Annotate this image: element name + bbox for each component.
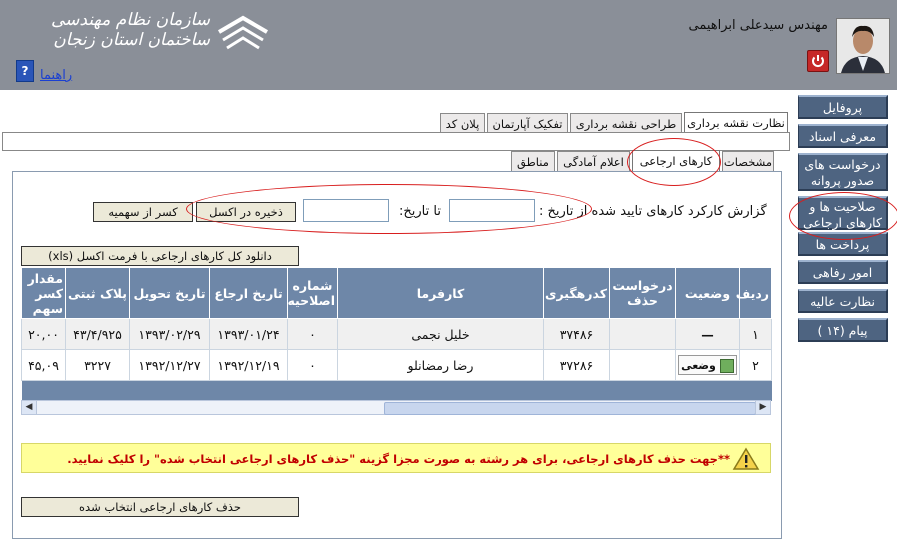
cell-referral-date: ۱۳۹۳/۰۱/۲۴ (209, 318, 288, 350)
org-logo-icon (217, 15, 269, 50)
col-header-tracking-code: کدرهگیری (543, 267, 610, 319)
help-link[interactable]: راهنما (40, 68, 72, 83)
cell-tracking-code: ۳۷۴۸۶ (543, 318, 610, 350)
cell-amendment-number: ۰ (287, 349, 338, 381)
warning-icon (732, 447, 760, 470)
col-header-employer: کارفرما (337, 267, 544, 319)
download-all-excel-button[interactable]: دانلود کل کارهای ارجاعی با فرمت اکسل (xl… (21, 246, 299, 266)
cell-employer: خلیل نجمی (337, 318, 544, 350)
subtab-details[interactable]: مشخصات (722, 151, 774, 171)
user-avatar (836, 18, 890, 74)
nav-welfare[interactable]: امور رفاهی (798, 260, 888, 284)
status-doc-icon[interactable] (719, 358, 734, 373)
annotation-circle-nav (789, 192, 897, 240)
tab-plan-code[interactable]: پلان کد (440, 113, 485, 133)
nav-documents[interactable]: معرفی اسناد (798, 124, 888, 148)
nav-messages[interactable]: پیام (۱۴ ) (798, 318, 888, 342)
annotation-circle-subtab (627, 138, 721, 186)
cell-referral-date: ۱۳۹۲/۱۲/۱۹ (209, 349, 288, 381)
cell-delivery-date: ۱۳۹۳/۰۲/۲۹ (129, 318, 210, 350)
scroll-thumb[interactable] (384, 402, 756, 415)
col-header-status: وضعیت (675, 267, 740, 319)
cell-share-deduction: ۴۵,۰۹ (21, 349, 66, 381)
share-deduction-button[interactable]: کسر از سهمیه (93, 202, 193, 222)
col-header-share-deduction: مقدار کسر سهم (21, 267, 66, 319)
delete-selected-button[interactable]: حذف کارهای ارجاعی انتخاب شده (21, 497, 299, 517)
col-header-registration-plate: پلاک ثبتی (65, 267, 130, 319)
nav-profile[interactable]: پروفایل (798, 95, 888, 119)
cell-share-deduction: ۲۰,۰۰ (21, 318, 66, 350)
cell-employer: رضا رمضانلو (337, 349, 544, 381)
scroll-right-arrow-icon[interactable]: ▶ (755, 401, 770, 414)
warning-banner: **جهت حذف کارهای ارجاعی، برای هر رشته به… (21, 443, 771, 473)
subtab-regions[interactable]: مناطق (511, 151, 555, 171)
cell-delete-request (609, 318, 676, 350)
subtab-readiness[interactable]: اعلام آمادگی (557, 151, 630, 171)
cell-status: — (675, 318, 740, 350)
nav-supervision[interactable]: نظارت عالیه (798, 289, 888, 313)
cell-delivery-date: ۱۳۹۲/۱۲/۲۷ (129, 349, 210, 381)
help-icon[interactable]: ? (16, 60, 34, 82)
status-link[interactable]: وضعی (681, 359, 716, 372)
cell-amendment-number: ۰ (287, 318, 338, 350)
col-header-row-number: ردیف (736, 267, 772, 319)
org-title: سازمان نظام مهندسی ساختمان استان زنجان (50, 10, 210, 50)
col-header-referral-date: تاریخ ارجاع (209, 267, 288, 319)
cell-registration-plate: ۳۲۲۷ (65, 349, 130, 381)
user-name: مهندس سیدعلی ابراهیمی (688, 18, 828, 33)
col-header-amendment-number: شماره اصلاحیه (287, 267, 338, 319)
cell-row-number: ۲ (739, 349, 772, 381)
cell-tracking-code: ۳۷۲۸۶ (543, 349, 610, 381)
col-header-delivery-date: تاریخ تحویل (129, 267, 210, 319)
logout-power-icon[interactable] (807, 50, 829, 72)
horizontal-scrollbar[interactable]: ◀ ▶ (21, 400, 771, 415)
nav-license-requests[interactable]: درخواست های صدور پروانه (798, 153, 888, 191)
table-row[interactable]: ۲ وضعی ۳۷۲۸۶ رضا رمضانلو ۰ ۱۳۹۲/۱۲/۱۹ ۱۳… (21, 349, 772, 381)
col-header-delete-request: درخواست حذف (609, 267, 676, 319)
table-footer (21, 380, 772, 401)
referred-works-table: ردیف وضعیت درخواست حذف کدرهگیری کارفرما … (21, 267, 772, 401)
cell-status: وضعی (675, 349, 740, 381)
tab-surveying-supervision[interactable]: نظارت نقشه برداری (684, 112, 788, 133)
warning-text: **جهت حذف کارهای ارجاعی، برای هر رشته به… (67, 452, 730, 466)
cell-registration-plate: ۴۳/۴/۹۲۵ (65, 318, 130, 350)
cell-delete-request (609, 349, 676, 381)
tab-surveying-design[interactable]: طراحی نقشه برداری (570, 113, 682, 133)
table-row[interactable]: ۱ — ۳۷۴۸۶ خلیل نجمی ۰ ۱۳۹۳/۰۱/۲۴ ۱۳۹۳/۰۲… (21, 318, 772, 350)
tab-apartment-separation[interactable]: تفکیک آپارتمان (487, 113, 568, 133)
scroll-left-arrow-icon[interactable]: ◀ (22, 401, 37, 414)
cell-row-number: ۱ (739, 318, 772, 350)
annotation-circle-report (186, 184, 592, 234)
